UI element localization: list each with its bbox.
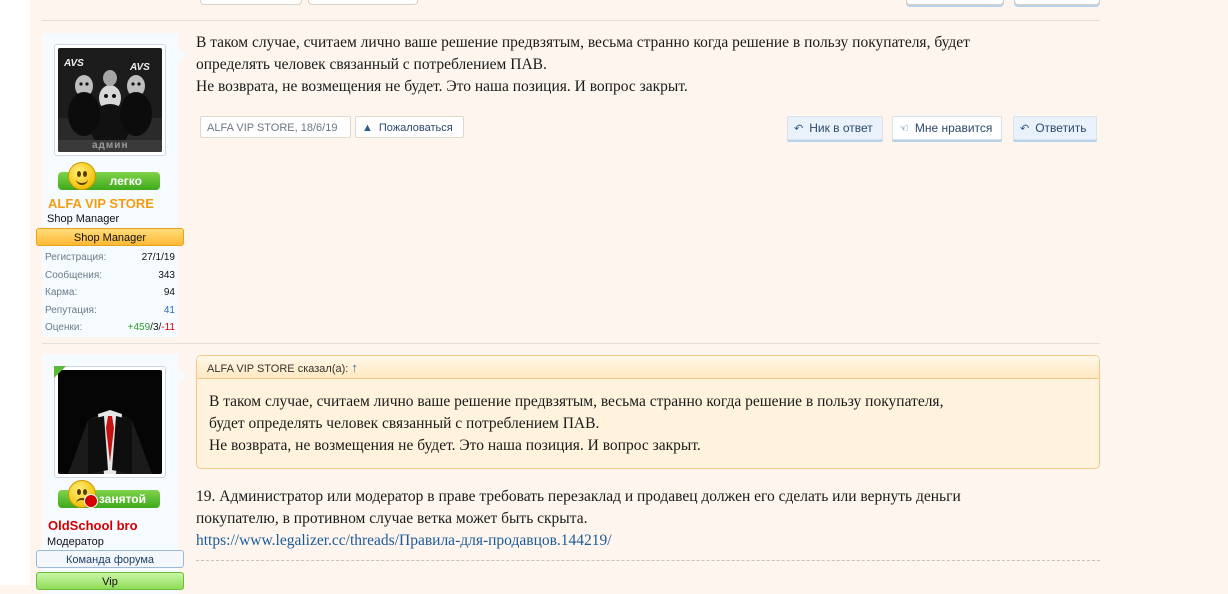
post-divider [42,20,1100,21]
mood-indicator[interactable]: занятой [58,480,160,508]
user-banner-vip: Vip [36,572,184,590]
signature-divider [196,560,1100,561]
user-title: Shop Manager [47,213,120,225]
stat-value: 27/1/19 [141,252,175,263]
quote-line: Не возврата, не возмещения не будет. Это… [209,437,701,454]
mood-indicator[interactable]: легко [58,162,160,190]
stat-row: Репутация: 41 [45,302,175,320]
user-title: Модератор [47,536,104,548]
user-panel: AVS AVS админ легко ALFA VIP STORE Shop … [36,33,186,337]
reply-arrow-icon: ↶ [1020,123,1030,135]
quote-line: будет определять человек связанный с пот… [209,415,600,432]
smiley-happy-icon [68,162,96,190]
post-date[interactable]: , 18/6/19 [295,122,338,134]
stat-label: Репутация: [45,304,97,316]
stat-row: Карма: 94 [45,284,175,302]
report-label: Пожаловаться [378,122,453,134]
quote-line: В таком случае, считаем лично ваше решен… [209,393,944,410]
user-panel: занятой OldSchool bro Модератор Команда … [36,354,186,594]
avatar-caption: админ [92,140,129,151]
author-link[interactable]: ALFA VIP STORE [207,122,295,134]
stat-label: Регистрация: [45,252,107,263]
message-line: покупателю, в противном случае ветка мож… [196,510,588,527]
avatar-logo-text-right: AVS [130,62,150,73]
stat-value: 94 [163,287,175,298]
smiley-busy-icon [68,480,98,508]
nick-reply-button[interactable]: ↶ Ник в ответ [787,116,883,140]
stat-value[interactable]: 343 [158,267,175,285]
author-date-box: ALFA VIP STORE, 18/6/19 [200,116,351,138]
post-divider [42,343,1100,344]
prev-post-report-box[interactable] [308,0,418,5]
stat-label: Карма: [45,287,78,298]
warning-icon: ▲ [362,122,373,134]
user-panel-arrow [178,47,186,63]
username[interactable]: OldSchool bro [48,518,138,533]
stat-row: Регистрация: 27/1/19 [45,249,175,267]
message-body: 19. Администратор или модератор в праве … [196,486,1101,552]
thumbs-up-icon: ☜ [899,123,909,135]
quote-body: В таком случае, считаем лично ваше решен… [209,391,1089,457]
stat-label: Сообщения: [45,269,103,281]
reply-button[interactable]: ↶ Ответить [1013,116,1097,140]
stat-row: Сообщения: 343 [45,267,175,285]
report-button[interactable]: ▲ Пожаловаться [355,116,464,138]
username[interactable]: ALFA VIP STORE [48,196,154,211]
quote-author: ALFA VIP STORE сказал(а): [207,363,349,375]
user-stats: Регистрация: 27/1/19 Сообщения: 343 Карма:… [45,249,175,337]
stat-value[interactable]: 41 [164,302,175,320]
prev-post-like-button[interactable] [906,0,1004,5]
prev-post-meta-box [200,0,302,5]
stat-label: Оценки: [45,322,83,333]
avatar[interactable] [58,370,162,474]
reply-label: Ответить [1035,121,1087,135]
quote-block: ALFA VIP STORE сказал(а): ↑ В таком случ… [196,355,1100,469]
jump-to-quote-icon[interactable]: ↑ [351,360,358,375]
message-body: В таком случае, считаем лично ваше решен… [196,32,1101,98]
ratings-negative: -11 [161,322,175,333]
online-indicator [54,366,66,378]
prev-post-reply-button[interactable] [1014,0,1100,5]
user-panel-arrow [178,368,186,384]
message-meta: ALFA VIP STORE, 18/6/19 ▲ Пожаловаться ↶ Н… [0,116,1228,140]
quote-header: ALFA VIP STORE сказал(а): ↑ [197,356,1099,379]
message-line: Не возврата, не возмещения не будет. Это… [196,78,688,95]
like-button[interactable]: ☜ Мне нравится [892,116,1002,140]
ratings-positive: +459 [127,322,151,333]
stat-row-ratings: Оценки: +459/3/-11 [45,319,175,337]
avatar-logo-text-left: AVS [64,58,84,69]
user-banner: Команда форума [36,550,184,568]
avatar-image [58,370,162,474]
message-line: В таком случае, считаем лично ваше решен… [196,34,970,51]
message-line: 19. Администратор или модератор в праве … [196,488,961,505]
user-banner: Shop Manager [36,228,184,246]
rules-link[interactable]: https://www.legalizer.cc/threads/Правила… [196,532,612,549]
message-line: определять человек связанный с потреблен… [196,56,547,73]
page-margin [0,0,30,585]
nick-reply-label: Ник в ответ [809,121,873,135]
thread-container: AVS AVS админ легко ALFA VIP STORE Shop … [0,0,1228,594]
no-entry-icon [84,494,98,508]
avatar-frame[interactable] [54,366,166,478]
like-label: Мне нравится [914,121,993,135]
ratings-value[interactable]: +459/3/-11 [128,319,175,337]
reply-arrow-icon: ↶ [794,123,804,135]
